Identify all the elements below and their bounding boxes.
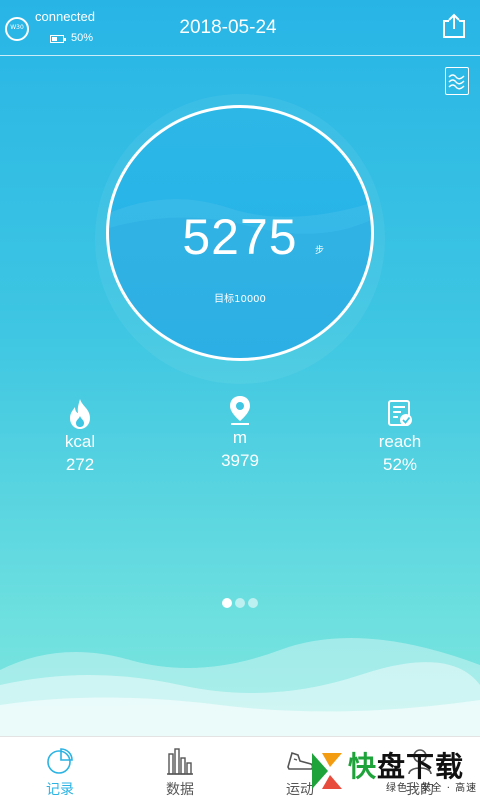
watermark-logo-icon [312,753,342,789]
tab-data[interactable]: 数据 [120,737,240,800]
bar-chart-icon [167,748,193,775]
watermark-brand-green: 快 [348,750,378,783]
page-dot[interactable] [248,598,258,608]
step-count: 5275 [182,209,298,265]
stat-value: 52% [382,455,418,474]
tab-label: 数据 [166,782,194,798]
main-screen: W30 connected 50% 2018-05-24 5275 步 目标10… [0,0,480,736]
stat-value: 3979 [221,451,259,470]
decorative-waves [0,638,480,736]
pie-chart-icon [47,748,73,774]
header-divider [0,55,480,56]
tab-records[interactable]: 记录 [0,737,120,800]
step-progress-ring[interactable]: 5275 步 目标10000 [106,105,374,361]
watermark-tagline: 绿色 · 安全 · 高速 [386,783,478,794]
page-dot[interactable] [235,598,245,608]
stat-label: m [232,428,248,447]
checklist-icon [388,400,412,426]
stat-value: 272 [65,455,95,474]
location-pin-icon [230,396,250,425]
flame-icon [70,399,90,429]
page-dot-active[interactable] [222,598,232,608]
trend-chart-icon[interactable] [445,67,469,95]
tab-label: 记录 [46,782,74,798]
stat-label: kcal [64,432,96,451]
stat-label: reach [378,432,422,451]
top-header: W30 connected 50% 2018-05-24 [0,0,480,56]
step-goal: 目标10000 [214,294,266,305]
page-indicator [222,598,262,610]
step-unit: 步 [315,246,325,256]
share-icon[interactable] [440,12,468,40]
current-date[interactable]: 2018-05-24 [0,17,456,39]
watermark-overlay: 快盘下载 绿色 · 安全 · 高速 [308,745,480,800]
bottom-tab-bar: 记录 数据 运动 我的 快盘下载 绿色 · 安全 · 高速 [0,736,480,800]
